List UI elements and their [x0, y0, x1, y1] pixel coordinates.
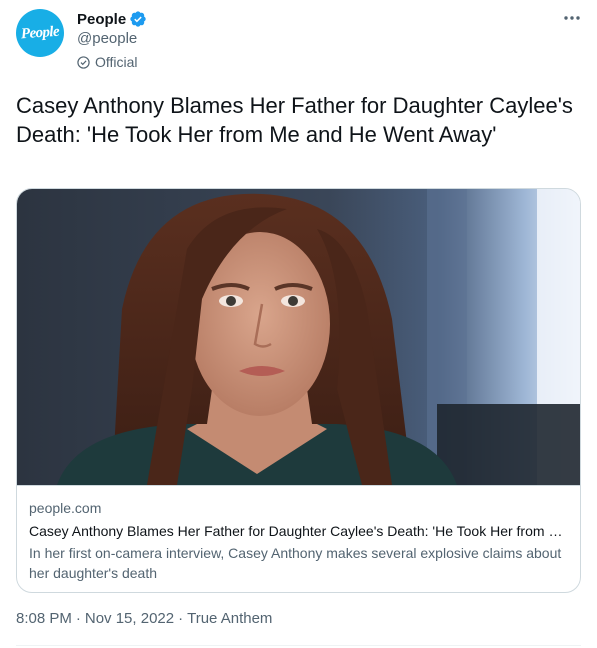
tweet-source[interactable]: True Anthem — [187, 610, 272, 627]
card-body[interactable]: people.com Casey Anthony Blames Her Fath… — [17, 485, 580, 583]
tweet-date[interactable]: Nov 15, 2022 — [85, 610, 174, 627]
tweet-time[interactable]: 8:08 PM — [16, 610, 72, 627]
tweet-meta: 8:08 PM · Nov 15, 2022 · True Anthem — [16, 610, 272, 627]
more-horizontal-icon — [564, 16, 580, 20]
official-label: Official — [95, 54, 138, 70]
card-title: Casey Anthony Blames Her Father for Daug… — [29, 523, 565, 539]
divider — [16, 645, 581, 646]
meta-separator: · — [75, 610, 81, 627]
more-options-button[interactable] — [556, 7, 588, 29]
author-name-row[interactable]: People — [77, 9, 147, 29]
tweet-text: Casey Anthony Blames Her Father for Daug… — [16, 93, 573, 147]
official-check-icon — [77, 55, 90, 69]
meta-separator: · — [178, 610, 184, 627]
affiliation-label: Official — [77, 53, 138, 71]
author-handle[interactable]: @people — [77, 30, 137, 47]
card-image[interactable] — [17, 189, 580, 485]
card-domain: people.com — [29, 500, 102, 516]
avatar-logo-text: People — [20, 23, 60, 42]
display-name[interactable]: People — [77, 11, 126, 28]
verified-badge-icon — [130, 11, 146, 27]
card-description: In her first on-camera interview, Casey … — [29, 545, 562, 581]
avatar[interactable]: People — [16, 9, 64, 57]
link-card[interactable]: people.com Casey Anthony Blames Her Fath… — [16, 188, 581, 593]
card-photo — [17, 189, 580, 485]
tweet: People People @people Official Casey Ant… — [0, 0, 597, 648]
